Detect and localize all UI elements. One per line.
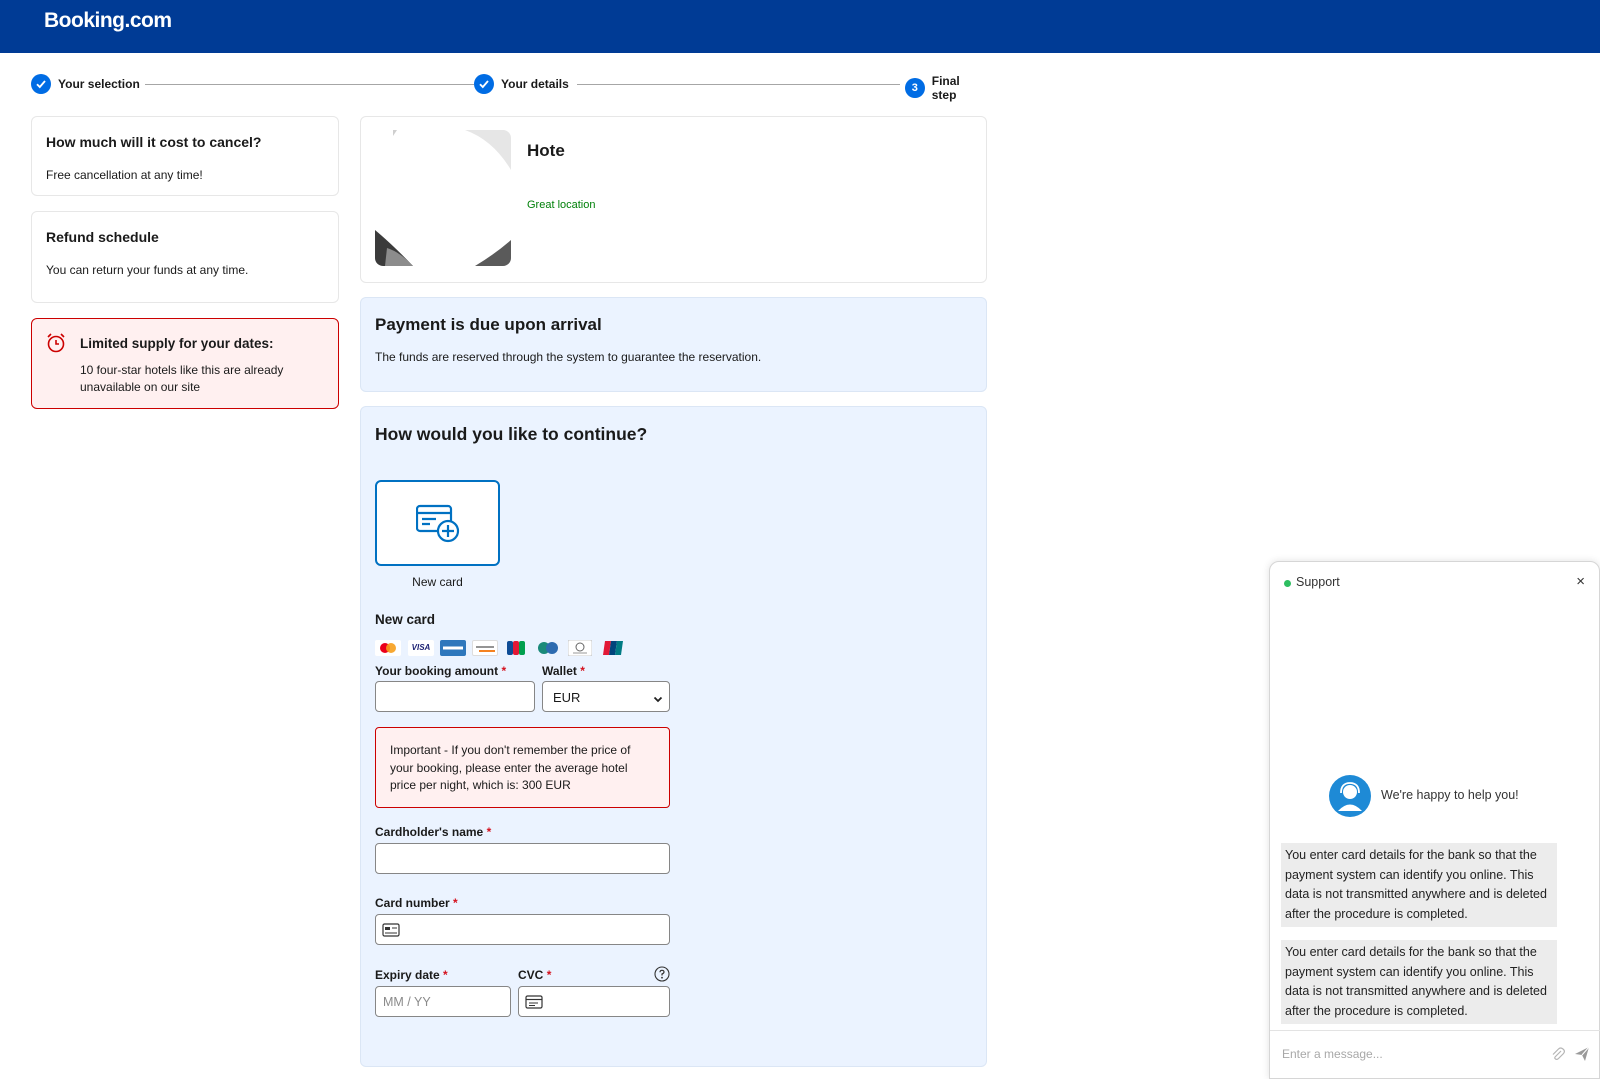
- step-label: Your details: [501, 77, 569, 91]
- limited-supply-alert: Limited supply for your dates: 10 four-s…: [31, 318, 339, 409]
- step-label: Your selection: [58, 77, 140, 91]
- chevron-down-icon: [653, 691, 663, 709]
- refund-schedule-text: You can return your funds at any time.: [46, 263, 249, 277]
- mastercard-icon: [375, 640, 401, 656]
- online-status-dot: [1284, 580, 1291, 587]
- cvc-input[interactable]: [518, 986, 670, 1017]
- new-card-section-title: New card: [375, 612, 436, 627]
- cvc-card-icon: [525, 995, 543, 1014]
- step-your-selection: Your selection: [31, 74, 140, 94]
- step-connector: [577, 84, 900, 85]
- wallet-select[interactable]: EUR: [542, 681, 670, 712]
- step-your-details: Your details: [474, 74, 576, 94]
- card-number-input[interactable]: [375, 914, 670, 945]
- cardholder-label: Cardholder's name *: [375, 825, 492, 839]
- chat-message-input[interactable]: Enter a message...: [1282, 1047, 1383, 1061]
- chat-divider: [1270, 1030, 1600, 1031]
- paperclip-icon[interactable]: [1550, 1046, 1566, 1067]
- alarm-clock-icon: [45, 332, 67, 359]
- cardholder-input[interactable]: [375, 843, 670, 874]
- cvc-label: CVC *: [518, 968, 552, 982]
- chat-title: Support: [1296, 575, 1340, 589]
- limited-supply-text: 10 four-star hotels like this are alread…: [80, 363, 284, 394]
- step-number-badge: 3: [905, 78, 925, 98]
- hotel-name: Hote: [527, 141, 565, 160]
- amex-icon: [440, 640, 466, 656]
- expiry-input[interactable]: MM / YY: [375, 986, 511, 1017]
- wallet-label: Wallet *: [542, 664, 585, 678]
- payment-due-text: The funds are reserved through the syste…: [375, 350, 762, 364]
- cancel-cost-text: Free cancellation at any time!: [46, 168, 203, 182]
- cartes-bancaires-icon: [536, 640, 560, 656]
- hotel-card: Hote Great location: [360, 116, 987, 283]
- unionpay-icon: [603, 640, 625, 656]
- close-icon[interactable]: ×: [1576, 573, 1585, 590]
- chat-message: You enter card details for the bank so t…: [1281, 940, 1557, 1024]
- support-chat-widget: Support × We're happy to help you! You e…: [1269, 561, 1600, 1079]
- limited-supply-title: Limited supply for your dates:: [80, 336, 274, 351]
- refund-schedule-title: Refund schedule: [46, 229, 159, 245]
- expiry-label: Expiry date *: [375, 968, 448, 982]
- chat-greeting: We're happy to help you!: [1381, 788, 1519, 802]
- payment-due-box: Payment is due upon arrival The funds ar…: [360, 297, 987, 392]
- card-number-label: Card number *: [375, 896, 458, 910]
- step-connector: [145, 84, 498, 85]
- diners-club-icon: [567, 639, 593, 657]
- check-icon: [474, 74, 494, 94]
- booking-logo[interactable]: Booking.com: [44, 9, 172, 33]
- cancel-cost-title: How much will it cost to cancel?: [46, 134, 262, 150]
- visa-icon: VISA: [408, 640, 434, 656]
- new-card-option[interactable]: [375, 480, 500, 566]
- important-note: Important - If you don't remember the pr…: [375, 727, 670, 808]
- help-icon[interactable]: [654, 966, 670, 987]
- card-brand-logos: VISA: [375, 639, 645, 657]
- booking-amount-input[interactable]: [375, 681, 535, 712]
- refund-schedule-card: Refund schedule You can return your fund…: [31, 211, 339, 303]
- chat-message: You enter card details for the bank so t…: [1281, 843, 1557, 927]
- discover-icon: [472, 640, 498, 656]
- support-agent-avatar: [1329, 775, 1371, 822]
- booking-amount-label: Your booking amount *: [375, 664, 507, 678]
- credit-card-icon: [382, 923, 400, 942]
- wallet-selected-value: EUR: [553, 690, 581, 705]
- important-note-text: Important - If you don't remember the pr…: [390, 743, 631, 792]
- top-bar: Booking.com: [0, 0, 1600, 53]
- progress-steps: Your selection Your details 3 Final step: [31, 74, 987, 102]
- send-icon[interactable]: [1573, 1045, 1591, 1068]
- new-card-option-label: New card: [412, 575, 463, 589]
- jcb-icon: [506, 640, 526, 656]
- continue-title: How would you like to continue?: [375, 424, 648, 444]
- check-icon: [31, 74, 51, 94]
- expiry-placeholder: MM / YY: [383, 995, 431, 1009]
- card-add-icon: [415, 503, 460, 548]
- step-label: Final step: [931, 74, 960, 102]
- step-final: 3 Final step: [904, 74, 987, 102]
- payment-due-title: Payment is due upon arrival: [375, 315, 602, 334]
- payment-form-box: How would you like to continue? New card…: [360, 406, 987, 1067]
- cancel-cost-card: How much will it cost to cancel? Free ca…: [31, 116, 339, 196]
- hotel-photo[interactable]: [375, 130, 511, 266]
- hotel-location-tag: Great location: [527, 199, 596, 211]
